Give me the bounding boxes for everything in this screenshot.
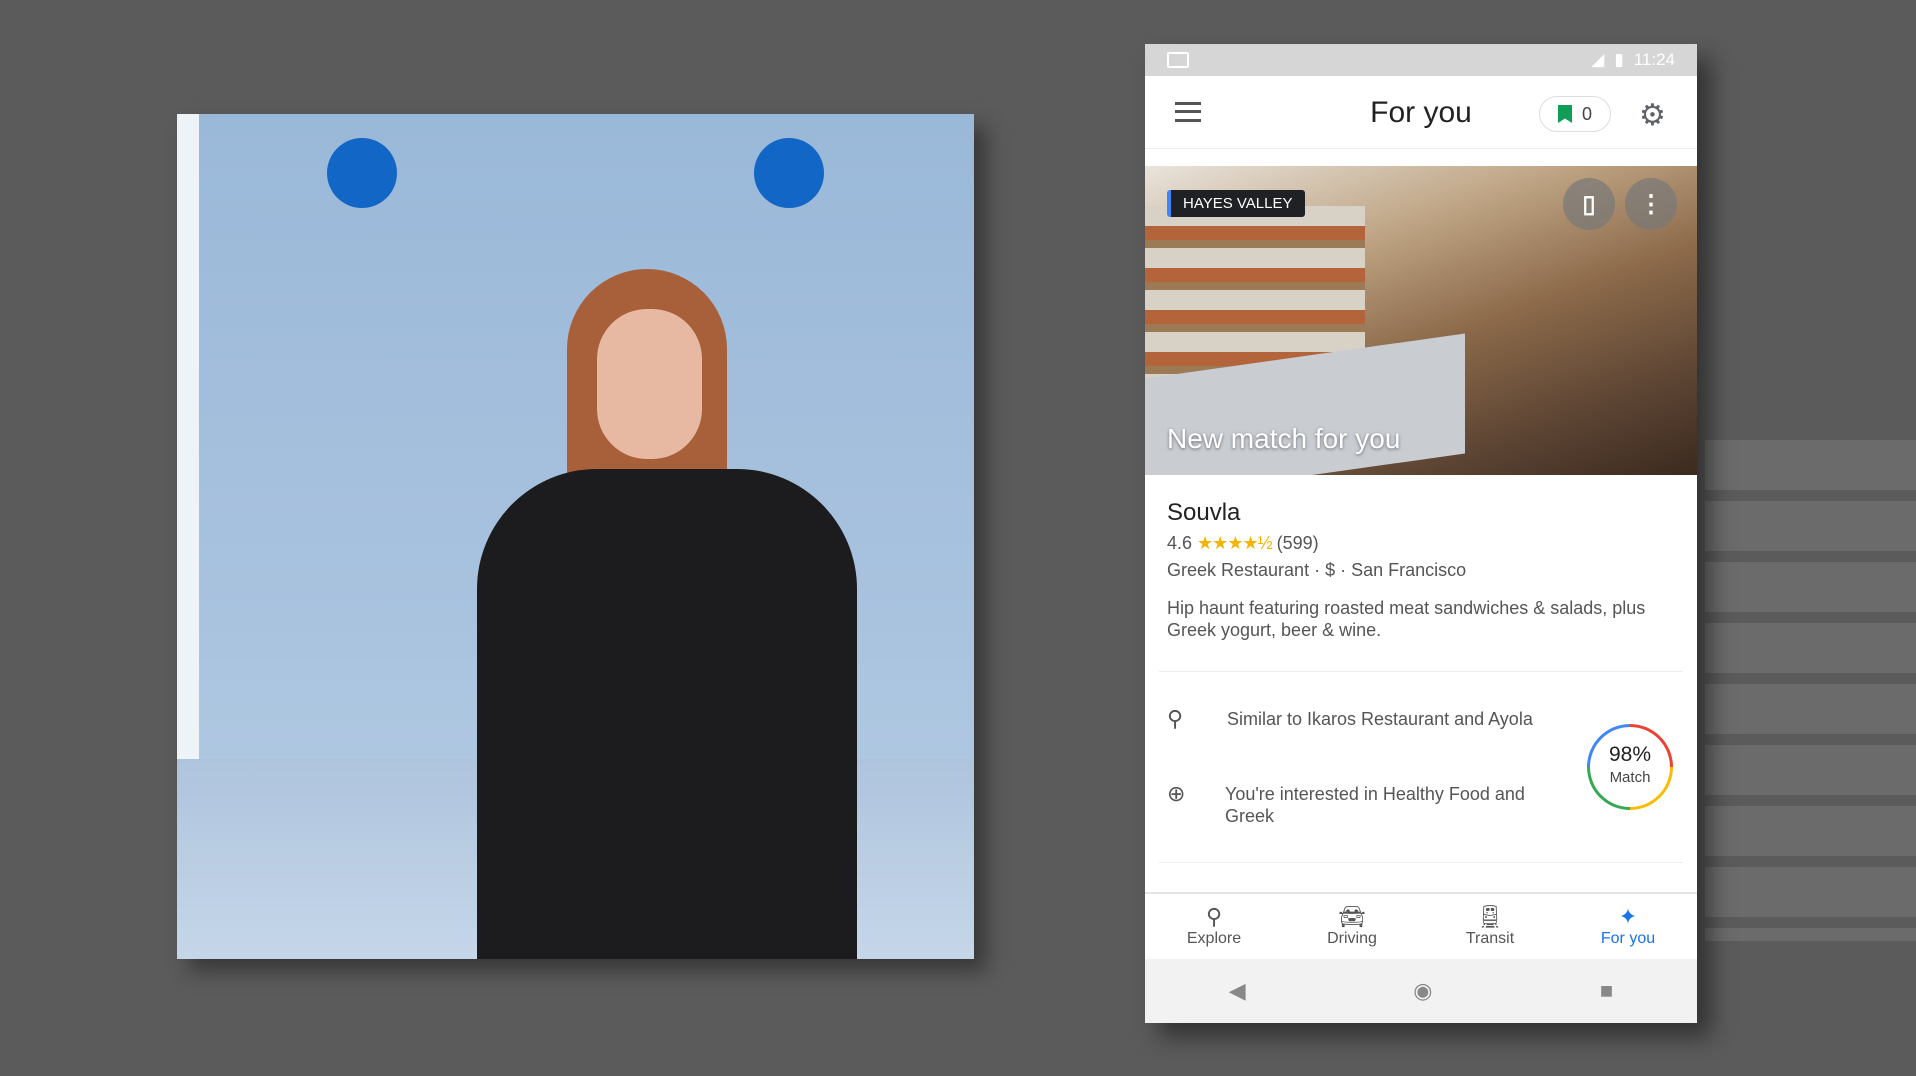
reason-item: ⊕ You're interested in Healthy Food and …	[1167, 783, 1567, 827]
neighborhood-badge: HAYES VALLEY	[1167, 190, 1305, 217]
battery-icon: ▮	[1614, 50, 1624, 69]
blue-dot	[327, 138, 397, 208]
divider	[1159, 671, 1683, 672]
place-name: Souvla	[1167, 499, 1241, 526]
reason-text: You're interested in Healthy Food and Gr…	[1224, 784, 1525, 826]
tab-label: For you	[1600, 930, 1656, 947]
signal-icon: ◢	[1591, 50, 1605, 69]
page-title: For you	[1370, 96, 1472, 129]
rating-value: 4.6	[1167, 533, 1193, 553]
trending-up-icon: ⊕	[1167, 781, 1186, 806]
presenter-video	[177, 114, 974, 959]
pin-icon: ⚲	[1205, 904, 1223, 929]
rating-row: 4.6 ★★★★½ (599)	[1167, 533, 1675, 554]
home-icon[interactable]: ◉	[1413, 978, 1432, 1004]
tab-label: Explore	[1186, 930, 1242, 947]
car-icon: 🚘︎	[1338, 904, 1366, 929]
saved-count: 0	[1581, 103, 1592, 124]
app-header: For you 0 ⚙	[1145, 76, 1697, 149]
location-pin-icon: ⚲	[1167, 706, 1184, 731]
match-label: Match	[1609, 769, 1651, 786]
place-category: Greek Restaurant · $ · San Francisco	[1167, 560, 1467, 580]
reason-text: Similar to Ikaros Restaurant and Ayola	[1227, 709, 1533, 729]
saved-button[interactable]: 0	[1539, 96, 1611, 132]
tab-transit[interactable]: 🚆︎ Transit	[1421, 894, 1559, 959]
presenter	[457, 269, 877, 959]
map-icon[interactable]: ▯	[1563, 178, 1615, 230]
background-stripes	[1705, 440, 1916, 941]
match-percent: 98%	[1608, 743, 1652, 766]
gear-icon[interactable]: ⚙	[1639, 98, 1666, 133]
hero-caption: New match for you	[1167, 423, 1401, 454]
divider	[1159, 862, 1683, 863]
status-bar: ◢ ▮ 11:24	[1145, 44, 1697, 76]
bottom-nav: ⚲ Explore 🚘︎ Driving 🚆︎ Transit ✦ For you	[1145, 892, 1697, 959]
clock: 11:24	[1633, 50, 1675, 69]
tab-label: Transit	[1465, 930, 1515, 947]
train-icon: 🚆︎	[1476, 904, 1504, 929]
review-count: (599)	[1276, 533, 1319, 553]
recents-icon[interactable]: ■	[1600, 978, 1613, 1004]
sparkle-icon: ✦	[1618, 904, 1638, 929]
tab-driving[interactable]: 🚘︎ Driving	[1283, 894, 1421, 959]
place-photo[interactable]: HAYES VALLEY ▯ ⋮ New match for you	[1145, 166, 1697, 475]
system-nav-bar: ◀ ◉ ■	[1145, 959, 1697, 1023]
back-icon[interactable]: ◀	[1229, 978, 1246, 1004]
more-vert-icon[interactable]: ⋮	[1625, 178, 1677, 230]
place-info[interactable]: Souvla 4.6 ★★★★½ (599) Greek Restaurant …	[1167, 499, 1675, 641]
star-icons: ★★★★½	[1197, 533, 1273, 553]
flag-icon	[1557, 105, 1572, 123]
place-description: Hip haunt featuring roasted meat sandwic…	[1167, 598, 1646, 640]
reason-item: ⚲ Similar to Ikaros Restaurant and Ayola	[1167, 708, 1567, 730]
cast-icon	[1167, 52, 1189, 68]
blue-dot	[754, 138, 824, 208]
tab-label: Driving	[1327, 930, 1377, 947]
tab-for-you[interactable]: ✦ For you	[1559, 894, 1697, 959]
phone-screen: ◢ ▮ 11:24 For you 0 ⚙ HAYES VALLEY ▯ ⋮ N…	[1145, 44, 1697, 1023]
tab-explore[interactable]: ⚲ Explore	[1145, 894, 1283, 959]
match-score: 98% Match	[1587, 724, 1673, 810]
